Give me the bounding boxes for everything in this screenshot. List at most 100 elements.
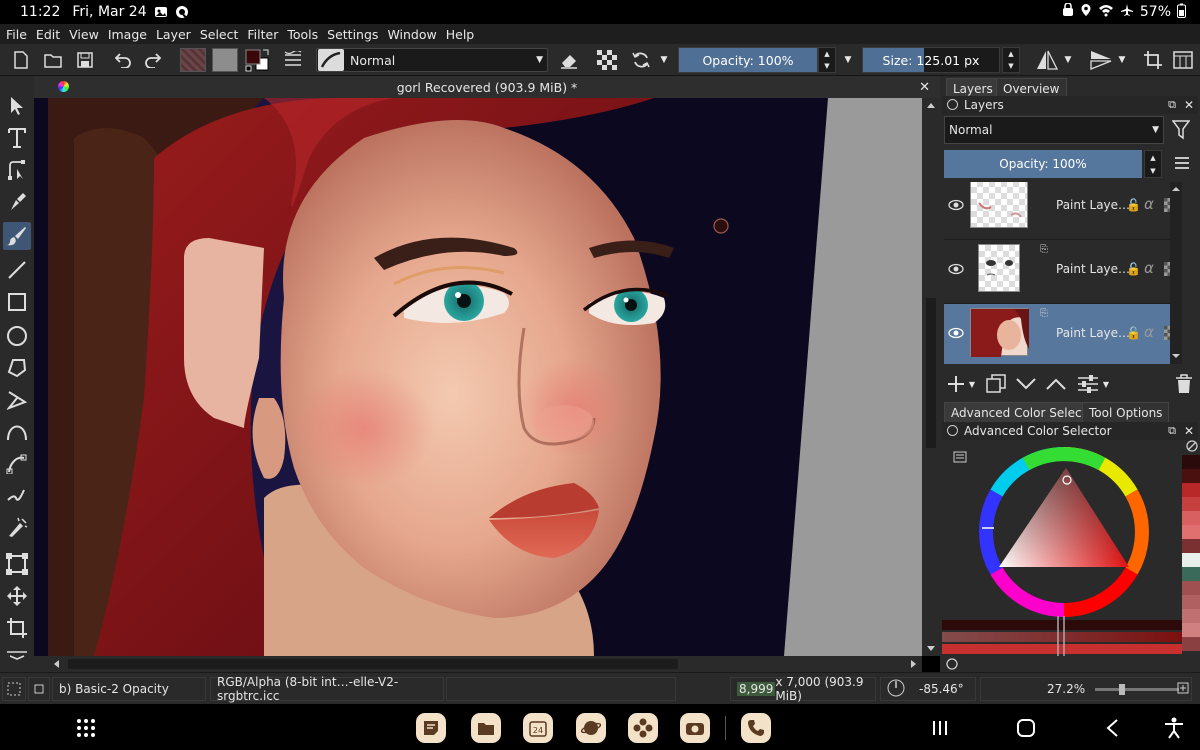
opacity-slider[interactable]: Opacity: 100% bbox=[678, 47, 818, 73]
size-spinner[interactable]: ▲ ▼ bbox=[1002, 47, 1020, 73]
layer-blend-mode-select[interactable]: Normal ▼ bbox=[944, 116, 1164, 144]
mirror-v-chevron-icon[interactable]: ▼ bbox=[1114, 48, 1130, 72]
layer-row-selected[interactable]: ⎘ Paint Laye… 🔓 α bbox=[944, 304, 1182, 364]
menu-select[interactable]: Select bbox=[200, 27, 239, 42]
size-slider[interactable]: Size: 125.01 px bbox=[862, 47, 1000, 73]
rotation-info[interactable]: -85.46° bbox=[880, 677, 976, 701]
calendar-app-icon[interactable]: 24 bbox=[523, 713, 553, 743]
home-icon[interactable] bbox=[1014, 716, 1038, 740]
ellipse-icon[interactable] bbox=[3, 322, 31, 350]
menu-layer[interactable]: Layer bbox=[156, 27, 191, 42]
files-app-icon[interactable] bbox=[471, 713, 501, 743]
text-icon[interactable] bbox=[3, 124, 31, 152]
phone-app-icon[interactable] bbox=[741, 713, 771, 743]
selection-icon[interactable] bbox=[2, 677, 26, 701]
multibrush-icon[interactable] bbox=[3, 514, 31, 542]
mirror-h-chevron-icon[interactable]: ▼ bbox=[1060, 48, 1076, 72]
float-docker-icon[interactable]: ⧉ bbox=[1168, 424, 1176, 438]
menu-filter[interactable]: Filter bbox=[247, 27, 278, 42]
menu-settings[interactable]: Settings bbox=[327, 27, 378, 42]
layer-list-scrollbar[interactable] bbox=[1170, 182, 1182, 364]
rectangle-icon[interactable] bbox=[3, 288, 31, 316]
freehand-brush-icon[interactable] bbox=[3, 222, 31, 250]
move-icon[interactable] bbox=[3, 582, 31, 610]
camera-app-icon[interactable] bbox=[680, 713, 710, 743]
color-wheel[interactable] bbox=[942, 440, 1198, 672]
chevron-down-icon[interactable]: ▼ bbox=[1008, 62, 1013, 70]
clear-history-icon[interactable] bbox=[1186, 440, 1198, 455]
new-document-icon[interactable] bbox=[8, 48, 34, 72]
alpha-lock-icon[interactable]: α bbox=[1144, 195, 1154, 213]
canvas[interactable] bbox=[34, 98, 922, 656]
mirror-vertical-icon[interactable] bbox=[1088, 48, 1114, 72]
recent-apps-icon[interactable] bbox=[928, 716, 952, 740]
saturation-value-triangle[interactable] bbox=[999, 468, 1129, 567]
layer-opacity-slider[interactable]: Opacity: 100% bbox=[944, 150, 1142, 178]
menu-file[interactable]: File bbox=[6, 27, 27, 42]
crop-icon[interactable] bbox=[3, 614, 31, 642]
notes-app-icon[interactable] bbox=[416, 713, 446, 743]
layer-properties-icon[interactable] bbox=[1076, 372, 1100, 396]
layer-row[interactable]: ⎘ Paint Laye… 🔓 α bbox=[944, 240, 1182, 304]
menu-tools[interactable]: Tools bbox=[287, 27, 318, 42]
foreground-background-color-icon[interactable] bbox=[244, 48, 270, 72]
zoom-slider-handle[interactable] bbox=[1119, 684, 1125, 695]
polyline-icon[interactable] bbox=[3, 386, 31, 414]
lock-icon[interactable]: 🔓 bbox=[1126, 198, 1141, 212]
eye-icon[interactable] bbox=[948, 198, 964, 214]
opacity-menu-chevron-icon[interactable]: ▼ bbox=[840, 48, 856, 72]
alpha-lock-icon[interactable]: α bbox=[1144, 323, 1154, 341]
tab-layers[interactable]: Layers bbox=[946, 78, 1000, 98]
internet-app-icon[interactable] bbox=[576, 713, 606, 743]
bezier-icon[interactable] bbox=[3, 418, 31, 446]
calligraphy-icon[interactable] bbox=[3, 188, 31, 216]
transform-icon[interactable] bbox=[3, 550, 31, 578]
toolbox-more-icon[interactable] bbox=[3, 648, 31, 662]
chevron-down-icon[interactable]: ▼ bbox=[1150, 167, 1155, 175]
wrap-around-icon[interactable] bbox=[1140, 48, 1166, 72]
accessibility-icon[interactable] bbox=[1162, 716, 1186, 740]
canvas-only-icon[interactable] bbox=[1170, 48, 1196, 72]
preserve-alpha-icon[interactable] bbox=[594, 48, 620, 72]
brush-settings-icon[interactable] bbox=[280, 48, 306, 72]
gallery-app-icon[interactable] bbox=[628, 713, 658, 743]
undo-icon[interactable] bbox=[110, 48, 136, 72]
pattern-preset-swatch[interactable] bbox=[212, 48, 238, 72]
lock-icon[interactable]: 🔓 bbox=[1126, 262, 1141, 276]
lock-icon[interactable]: 🔓 bbox=[1126, 326, 1141, 340]
back-icon[interactable] bbox=[1100, 716, 1124, 740]
move-layer-up-icon[interactable] bbox=[1044, 372, 1068, 396]
tab-overview[interactable]: Overview bbox=[996, 78, 1067, 98]
painting[interactable] bbox=[34, 98, 922, 656]
zoom-slider[interactable] bbox=[1095, 688, 1179, 691]
dynamic-brush-icon[interactable] bbox=[3, 482, 31, 510]
open-document-icon[interactable] bbox=[40, 48, 66, 72]
line-icon[interactable] bbox=[3, 256, 31, 284]
polygon-icon[interactable] bbox=[3, 354, 31, 382]
close-icon[interactable]: ✕ bbox=[1184, 424, 1194, 438]
close-icon[interactable]: ✕ bbox=[919, 80, 930, 95]
document-tab[interactable]: gorl Recovered (903.9 MiB) * ✕ bbox=[34, 76, 940, 98]
gradient-preset-swatch[interactable] bbox=[180, 48, 206, 72]
menu-image[interactable]: Image bbox=[108, 27, 147, 42]
edit-shapes-icon[interactable] bbox=[3, 156, 31, 184]
menu-help[interactable]: Help bbox=[446, 27, 475, 42]
app-drawer-icon[interactable] bbox=[74, 716, 98, 740]
brush-preset-blend-mode[interactable]: Normal ▼ bbox=[316, 48, 548, 72]
layer-menu-icon[interactable] bbox=[1174, 156, 1190, 173]
select-shapes-icon[interactable] bbox=[3, 92, 31, 120]
eraser-mode-icon[interactable] bbox=[556, 48, 582, 72]
layer-opacity-spinner[interactable]: ▲ ▼ bbox=[1144, 150, 1162, 178]
canvas-horizontal-scrollbar[interactable] bbox=[48, 656, 922, 672]
chevron-up-icon[interactable]: ▲ bbox=[1008, 50, 1013, 58]
add-layer-icon[interactable] bbox=[944, 372, 968, 396]
add-layer-chevron-icon[interactable]: ▼ bbox=[966, 372, 978, 396]
layer-row[interactable]: Paint Laye… 🔓 α bbox=[944, 182, 1182, 240]
float-docker-icon[interactable]: ⧉ bbox=[1168, 98, 1176, 112]
layer-properties-chevron-icon[interactable]: ▼ bbox=[1100, 372, 1112, 396]
redo-icon[interactable] bbox=[140, 48, 166, 72]
menu-view[interactable]: View bbox=[69, 27, 99, 42]
horizontal-scroll-thumb[interactable] bbox=[68, 659, 678, 669]
menu-edit[interactable]: Edit bbox=[36, 27, 60, 42]
move-layer-down-icon[interactable] bbox=[1014, 372, 1038, 396]
